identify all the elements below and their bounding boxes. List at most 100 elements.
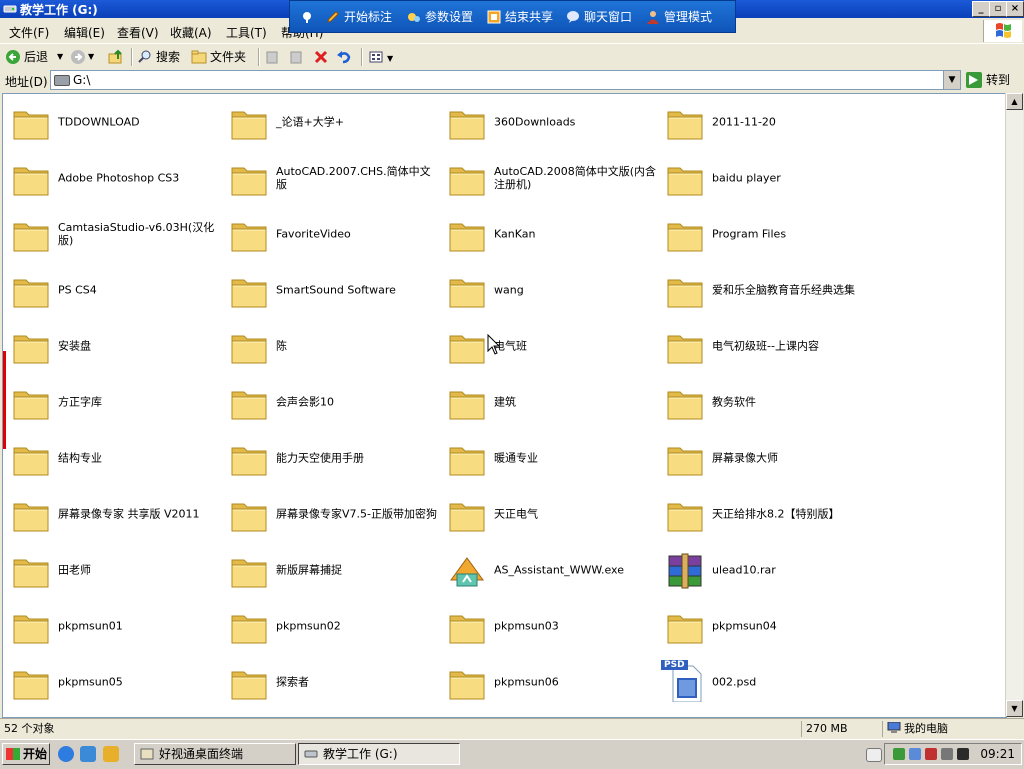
settings-button[interactable]: 参数设置	[407, 8, 473, 26]
folder-item[interactable]: 能力天空使用手册	[221, 436, 439, 480]
folder-item[interactable]: 屏幕录像大师	[657, 436, 875, 480]
back-button[interactable]: 后退	[5, 48, 48, 66]
folder-item[interactable]: 360Downloads	[439, 100, 657, 144]
item-name: 屏幕录像大师	[712, 451, 778, 465]
item-name: pkpmsun03	[494, 619, 559, 633]
folder-item[interactable]: 屏幕录像专家V7.5-正版带加密狗	[221, 492, 439, 536]
folder-item[interactable]: 新版屏幕捕捉	[221, 548, 439, 592]
folder-item[interactable]: 结构专业	[3, 436, 221, 480]
scroll-down-button[interactable]: ▼	[1006, 700, 1023, 717]
volume-icon[interactable]	[941, 748, 953, 760]
folder-item[interactable]: 屏幕录像专家 共享版 V2011	[3, 492, 221, 536]
folder-item[interactable]: 2011-11-20	[657, 100, 875, 144]
share-pin-button[interactable]	[300, 8, 318, 26]
move-to-button[interactable]	[265, 48, 284, 66]
folder-item[interactable]: 天正电气	[439, 492, 657, 536]
stop-share-button[interactable]: 结束共享	[487, 8, 553, 26]
folder-item[interactable]: AutoCAD.2008简体中文版(内含注册机)	[439, 156, 657, 200]
vertical-scrollbar[interactable]: ▲ ▼	[1005, 93, 1023, 717]
start-button[interactable]: 开始	[2, 743, 50, 765]
file-item[interactable]: ulead10.rar	[657, 548, 875, 592]
chat-window-button[interactable]: 聊天窗口	[566, 8, 632, 26]
tray-red-icon[interactable]	[925, 748, 937, 760]
folder-icon	[13, 223, 49, 252]
forward-button[interactable]	[70, 48, 89, 66]
up-folder-button[interactable]	[108, 48, 127, 66]
folder-item[interactable]: _论语+大学+	[221, 100, 439, 144]
folder-item[interactable]: pkpmsun01	[3, 604, 221, 648]
clock[interactable]: 09:21	[980, 747, 1015, 761]
search-button[interactable]: 搜索	[137, 48, 180, 66]
maximize-button[interactable]: ▫	[989, 1, 1007, 17]
scroll-up-button[interactable]: ▲	[1006, 93, 1023, 110]
start-annotate-button[interactable]: 开始标注	[326, 8, 392, 26]
folder-item[interactable]: 天正给排水8.2【特别版】	[657, 492, 875, 536]
folder-item[interactable]: 电气班	[439, 324, 657, 368]
item-name: KanKan	[494, 227, 536, 241]
task-explorer[interactable]: 教学工作 (G:)	[298, 743, 460, 765]
folder-item[interactable]: 方正字库	[3, 380, 221, 424]
ie-icon[interactable]	[58, 746, 74, 762]
menu-edit[interactable]: 编辑(E)	[64, 24, 105, 41]
back-arrow-icon	[6, 50, 20, 64]
folder-item[interactable]: CamtasiaStudio-v6.03H(汉化版)	[3, 212, 221, 256]
folder-icon	[667, 391, 703, 420]
show-desktop-icon[interactable]	[103, 746, 119, 762]
network-icon[interactable]	[909, 748, 921, 760]
file-item[interactable]: 002.psd PSD	[657, 660, 875, 704]
copy-to-button[interactable]	[289, 48, 308, 66]
folder-item[interactable]: wang	[439, 268, 657, 312]
address-dropdown[interactable]: ▼	[943, 71, 960, 89]
file-item[interactable]: AS_Assistant_WWW.exe	[439, 548, 657, 592]
go-button[interactable]: 转到	[966, 71, 1010, 89]
delete-button[interactable]	[313, 48, 332, 66]
windows-flag-icon	[6, 748, 20, 760]
back-dropdown[interactable]: ▼	[57, 48, 63, 66]
folder-item[interactable]: FavoriteVideo	[221, 212, 439, 256]
folder-item[interactable]: 田老师	[3, 548, 221, 592]
menu-favorites[interactable]: 收藏(A)	[170, 24, 212, 41]
address-input[interactable]: G:\ ▼	[50, 70, 961, 90]
folder-item[interactable]: 爱和乐全脑教育音乐经典选集	[657, 268, 875, 312]
file-list[interactable]: TDDOWNLOAD _论语+大学+ 360Downloads 2011-11-20 A…	[2, 93, 1007, 718]
folder-icon	[667, 503, 703, 532]
folder-item[interactable]: TDDOWNLOAD	[3, 100, 221, 144]
folder-item[interactable]: pkpmsun05	[3, 660, 221, 704]
folder-item[interactable]: Program Files	[657, 212, 875, 256]
folder-item[interactable]: PS CS4	[3, 268, 221, 312]
folder-item[interactable]: pkpmsun02	[221, 604, 439, 648]
folder-item[interactable]: AutoCAD.2007.CHS.简体中文版	[221, 156, 439, 200]
admin-mode-button[interactable]: 管理模式	[646, 8, 712, 26]
folder-item[interactable]: 会声会影10	[221, 380, 439, 424]
minimize-button[interactable]: _	[972, 1, 990, 17]
outlook-icon[interactable]	[80, 746, 96, 762]
folder-item[interactable]: 电气初级班--上课内容	[657, 324, 875, 368]
folder-item[interactable]: pkpmsun06	[439, 660, 657, 704]
close-button[interactable]: ×	[1006, 1, 1024, 17]
folder-item[interactable]: 安装盘	[3, 324, 221, 368]
folder-item[interactable]: pkpmsun03	[439, 604, 657, 648]
item-name: 方正字库	[58, 395, 102, 409]
folder-item[interactable]: 教务软件	[657, 380, 875, 424]
folders-button[interactable]: 文件夹	[191, 48, 246, 66]
keyboard-icon[interactable]	[866, 748, 882, 762]
folder-item[interactable]: pkpmsun04	[657, 604, 875, 648]
folder-item[interactable]: KanKan	[439, 212, 657, 256]
folder-item[interactable]: baidu player	[657, 156, 875, 200]
monitor-icon[interactable]	[957, 748, 969, 760]
menu-file[interactable]: 文件(F)	[9, 24, 49, 41]
folder-item[interactable]: 建筑	[439, 380, 657, 424]
task-haoshitong[interactable]: 好视通桌面终端	[134, 743, 296, 765]
forward-dropdown[interactable]: ▼	[88, 48, 94, 66]
tray-app-icon[interactable]	[893, 748, 905, 760]
folder-item[interactable]: 暖通专业	[439, 436, 657, 480]
folder-item[interactable]: 陈	[221, 324, 439, 368]
views-button[interactable]: ▼	[368, 48, 393, 66]
folder-item[interactable]: 探索者	[221, 660, 439, 704]
menu-view[interactable]: 查看(V)	[117, 24, 159, 41]
folder-item[interactable]: SmartSound Software	[221, 268, 439, 312]
folder-item[interactable]: Adobe Photoshop CS3	[3, 156, 221, 200]
pin-icon	[303, 12, 311, 23]
undo-button[interactable]	[336, 48, 355, 66]
menu-tools[interactable]: 工具(T)	[226, 24, 267, 41]
